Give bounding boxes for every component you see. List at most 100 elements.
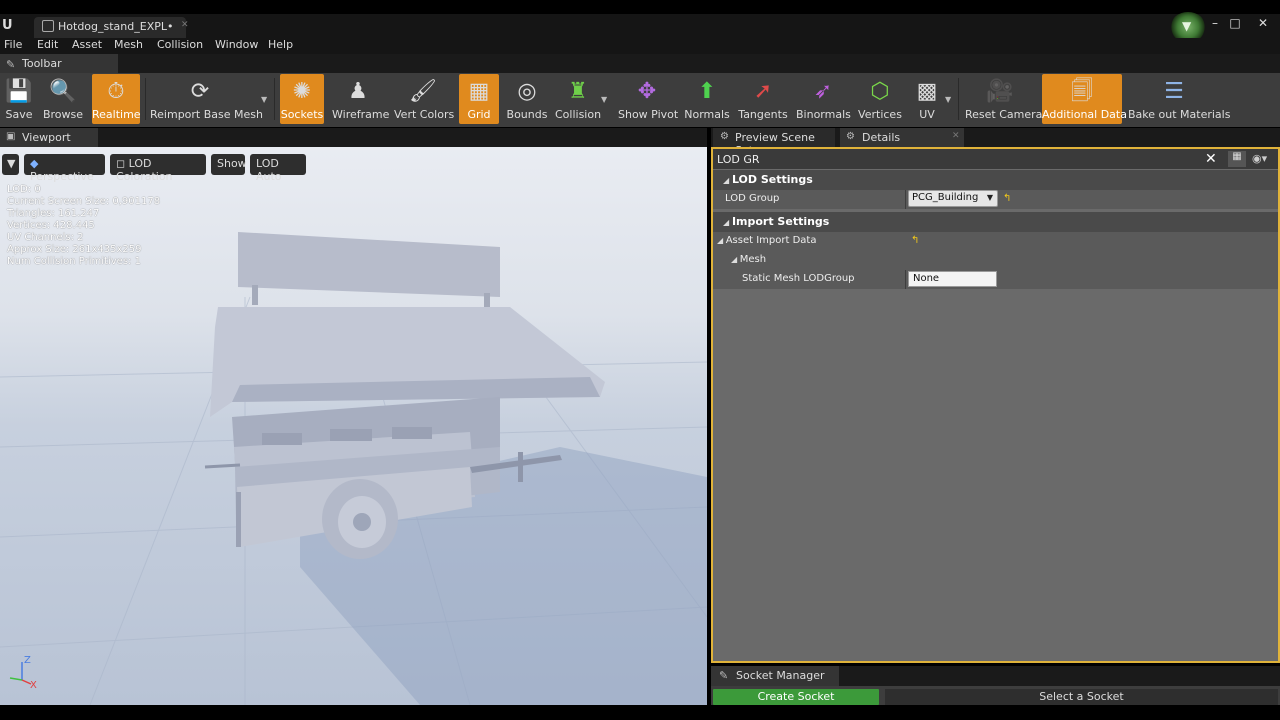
grid-icon: ▦ [468,79,490,104]
stat-uv-channels: UV Channels: 2 [7,232,84,243]
save-icon: 💾 [5,79,33,104]
menu-collision[interactable]: Collision [157,38,203,51]
vert-colors-icon: 🖌 [409,79,437,104]
vertices-button[interactable]: ⬡ Vertices [857,74,903,124]
normals-icon: ⬆ [697,79,717,104]
grid-button[interactable]: ▦ Grid [459,74,499,124]
lod-coloration-button[interactable]: ◻ LOD Coloration [110,154,206,183]
menu-mesh[interactable]: Mesh [114,38,143,51]
binormals-button[interactable]: ➶ Binormals [796,74,851,124]
pivot-icon: ✥ [637,79,657,104]
column-divider[interactable] [905,270,906,289]
perspective-button[interactable]: ◆ Perspective [24,154,105,183]
collision-button[interactable]: ♜ Collision [555,74,601,124]
tab-socket-manager[interactable]: Socket Manager [711,666,839,686]
toolbar-separator [274,78,275,120]
title-bar [0,14,1280,38]
close-tab-icon[interactable]: ✕ [181,20,189,30]
column-divider[interactable] [905,190,906,209]
save-button[interactable]: 💾 Save [2,74,36,124]
property-matrix-icon[interactable]: ▦ [1228,151,1246,167]
stat-collision-primitives: Num Collision Primitives: 1 [7,256,141,267]
details-search-input[interactable] [713,149,1223,169]
browse-button[interactable]: 🔍 Browse [42,74,84,124]
document-tab[interactable]: Hotdog_stand_EXPL• [34,17,186,38]
toolbar-separator [145,78,146,120]
tab-preview-scene-set[interactable]: Preview Scene Set [713,128,835,157]
lod-group-dropdown[interactable]: PCG_Building ▼ [908,190,998,207]
preview-scene-icon: ⚙ [720,131,729,142]
bake-out-materials-button[interactable]: ☰ Bake out Materials [1128,74,1230,124]
sockets-button[interactable]: ✺ Sockets [280,74,324,124]
unreal-logo-icon[interactable]: U [2,18,16,34]
collision-icon: ♜ [568,79,588,104]
collision-dropdown-icon[interactable]: ▼ [601,95,607,104]
bottom-edge [0,705,1280,720]
wireframe-button[interactable]: ♟ Wireframe [332,74,389,124]
show-pivot-button[interactable]: ✥ Show Pivot [618,74,678,124]
realtime-icon: ⏱ [107,79,125,104]
tangents-button[interactable]: ➚ Tangents [738,74,788,124]
uv-button[interactable]: ▩ UV [910,74,944,124]
additional-data-icon: 🗐 [1071,79,1093,104]
maximize-button[interactable]: □ [1226,16,1244,30]
additional-data-button[interactable]: 🗐 Additional Data [1042,74,1127,124]
toolbar-separator [958,78,959,120]
axis-x-label: X [30,680,37,691]
category-lod-settings[interactable]: ◢ LOD Settings [713,170,1278,190]
create-socket-button[interactable]: Create Socket [713,689,879,705]
tab-toolbar[interactable]: Toolbar [0,54,118,73]
stat-vertices: Vertices: 428.445 [7,220,95,231]
sockets-icon: ✺ [292,79,312,104]
stat-triangles: Triangles: 161.247 [7,208,100,219]
eye-icon[interactable]: ◉▾ [1252,152,1267,165]
reset-to-default-icon[interactable]: ↰ [1003,193,1011,204]
bounds-icon: ◎ [517,79,537,104]
category-import-settings[interactable]: ◢ Import Settings [713,212,1278,232]
viewport-options-dropdown[interactable]: ▼ [2,154,19,175]
close-tab-icon[interactable]: ✕ [952,131,960,141]
mesh-label: Mesh [739,254,767,265]
normals-button[interactable]: ⬆ Normals [684,74,730,124]
vertices-icon: ⬡ [870,79,890,104]
bounds-button[interactable]: ◎ Bounds [506,74,548,124]
stat-screen-size: Current Screen Size: 0,901178 [7,196,161,207]
sign-board [238,232,500,297]
socket-hint-text: Select a Socket [885,689,1278,705]
uv-icon: ▩ [916,79,938,104]
vert-colors-button[interactable]: 🖌 Vert Colors [394,74,454,124]
lod-group-label: LOD Group [725,193,780,204]
viewport-tab-row [0,128,707,147]
axis-gizmo: Z X [9,655,37,691]
reset-camera-button[interactable]: 🎥 Reset Camera [965,74,1042,124]
tab-details[interactable]: Details [840,128,964,147]
menu-asset[interactable]: Asset [72,38,102,51]
property-row-mesh[interactable]: ◢ Mesh [713,251,1278,270]
close-window-button[interactable]: ✕ [1254,16,1272,30]
expand-arrow-icon: ◢ [717,236,726,245]
uv-dropdown-icon[interactable]: ▼ [945,95,951,104]
reimport-dropdown-icon[interactable]: ▼ [261,95,267,104]
tangents-icon: ➚ [753,79,773,104]
expand-arrow-icon: ◢ [731,255,740,264]
lod-auto-button[interactable]: LOD Auto [250,154,306,183]
menu-window[interactable]: Window [215,38,258,51]
static-mesh-icon [42,20,54,32]
asset-import-data-label: Asset Import Data [725,235,817,246]
static-mesh-lodgroup-field[interactable]: None [908,271,997,287]
clear-search-icon[interactable]: ✕ [1205,149,1219,169]
reimport-base-mesh-button[interactable]: ⟳ Reimport Base Mesh [150,74,263,124]
wireframe-icon: ♟ [348,79,368,104]
expand-arrow-icon: ◢ [723,176,732,185]
expand-arrow-icon: ◢ [723,218,732,227]
show-button[interactable]: Show [211,154,247,175]
realtime-button[interactable]: ⏱ Realtime [92,74,141,124]
chevron-down-icon: ▼ [7,157,16,170]
menu-help[interactable]: Help [268,38,293,51]
reset-to-default-icon[interactable]: ↰ [911,235,919,246]
menu-edit[interactable]: Edit [37,38,58,51]
property-row-asset-import-data[interactable]: ◢ Asset Import Data [713,232,1278,251]
viewport-stats: LOD: 0 Current Screen Size: 0,901178 Tri… [7,184,160,268]
minimize-button[interactable]: – [1206,16,1224,30]
menu-file[interactable]: File [4,38,22,51]
